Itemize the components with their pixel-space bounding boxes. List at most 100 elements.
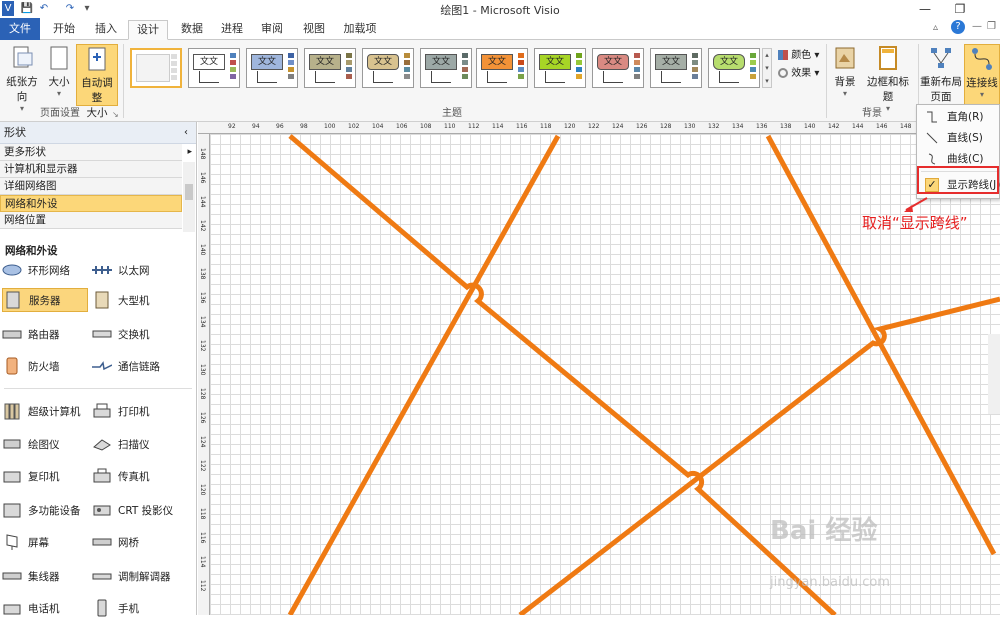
- window-restore-doc-icon[interactable]: ❐: [987, 21, 996, 32]
- stencil-more-shapes[interactable]: 更多形状 ▸: [0, 144, 192, 161]
- stencil-list-scrollbar[interactable]: [183, 162, 195, 232]
- borders-titles-button[interactable]: 边框和标题 ▾: [862, 44, 914, 113]
- help-icon[interactable]: ?: [951, 20, 965, 34]
- theme-gallery-scroll[interactable]: ▴ ▾ ▾: [762, 48, 772, 88]
- shape-supercomputer[interactable]: 超级计算机: [2, 399, 88, 423]
- window-minimize-doc-icon[interactable]: —: [972, 21, 982, 32]
- shape-bridge[interactable]: 网桥: [92, 530, 182, 554]
- ruler-tick-label: 122: [199, 460, 206, 472]
- ruler-tick-label: 110: [444, 123, 456, 130]
- theme-olive[interactable]: 文文: [304, 48, 356, 88]
- tab-design[interactable]: 设计: [128, 20, 168, 40]
- ruler-tick-label: 124: [612, 123, 624, 130]
- auto-size-button[interactable]: 自动调整 大小: [76, 44, 118, 119]
- shape-switch[interactable]: 交换机: [92, 322, 182, 346]
- shape-modem[interactable]: 调制解调器: [92, 564, 182, 588]
- theme-office[interactable]: 文文: [188, 48, 240, 88]
- tab-home[interactable]: 开始: [46, 20, 82, 40]
- minimize-icon[interactable]: —: [910, 0, 940, 18]
- shape-router[interactable]: 路由器: [2, 322, 88, 346]
- ruler-tick-label: 122: [588, 123, 600, 130]
- drawing-canvas[interactable]: [210, 134, 1000, 615]
- ruler-tick-label: 132: [199, 340, 206, 352]
- shape-plotter[interactable]: 绘图仪: [2, 432, 88, 456]
- tab-view[interactable]: 视图: [296, 20, 332, 40]
- title-bar: V 💾 ↶ ↷ ▾ 绘图1 - Microsoft Visio — ❐: [0, 0, 1000, 18]
- shape-multifunction[interactable]: 多功能设备: [2, 498, 88, 522]
- ruler-tick-label: 128: [660, 123, 672, 130]
- shape-ethernet[interactable]: 以太网: [92, 258, 182, 282]
- ruler-tick-label: 118: [199, 508, 206, 520]
- chevron-right-icon: ▸: [187, 147, 192, 157]
- theme-none[interactable]: [130, 48, 182, 88]
- ruler-tick-label: 114: [492, 123, 504, 130]
- background-button[interactable]: 背景 ▾: [830, 44, 860, 98]
- telephone-icon: [2, 599, 22, 617]
- theme-tan[interactable]: 文文: [362, 48, 414, 88]
- collapse-ribbon-icon[interactable]: ▵: [933, 22, 938, 33]
- shape-hub[interactable]: 集线器: [2, 564, 88, 588]
- ruler-tick-label: 146: [876, 123, 888, 130]
- menu-item-straight[interactable]: 直线(S): [917, 128, 1000, 148]
- shape-mainframe[interactable]: 大型机: [92, 288, 182, 312]
- watermark-url: jingyan.baidu.com: [770, 575, 890, 590]
- theme-rose[interactable]: 文文: [592, 48, 644, 88]
- page-setup-launcher-icon[interactable]: ↘: [112, 110, 119, 119]
- tab-addins[interactable]: 加载项: [338, 20, 382, 40]
- tab-insert[interactable]: 插入: [88, 20, 124, 40]
- shape-copier[interactable]: 复印机: [2, 464, 88, 488]
- tab-review[interactable]: 审阅: [254, 20, 290, 40]
- tab-file[interactable]: 文件: [0, 18, 40, 40]
- shape-firewall[interactable]: 防火墙: [2, 354, 88, 378]
- ruler-tick-label: 92: [228, 123, 236, 130]
- bridge-icon: [92, 533, 112, 551]
- ruler-tick-label: 104: [372, 123, 384, 130]
- shape-crt-projector[interactable]: CRT 投影仪: [92, 498, 184, 522]
- shape-scanner[interactable]: 扫描仪: [92, 432, 182, 456]
- stencil-network-peripherals[interactable]: 网络和外设: [0, 195, 182, 212]
- shape-screen[interactable]: 屏幕: [2, 530, 88, 554]
- tab-process[interactable]: 进程: [214, 20, 250, 40]
- background-group-label: 背景: [862, 108, 882, 119]
- ruler-tick-label: 124: [199, 436, 206, 448]
- theme-gray[interactable]: 文文: [420, 48, 472, 88]
- shape-printer[interactable]: 打印机: [92, 399, 182, 423]
- relayout-page-button[interactable]: 重新布局 页面: [920, 44, 962, 104]
- theme-lime[interactable]: 文文: [534, 48, 586, 88]
- shape-fax[interactable]: 传真机: [92, 464, 182, 488]
- theme-orange[interactable]: 文文: [476, 48, 528, 88]
- ruler-tick-label: 130: [684, 123, 696, 130]
- tab-data[interactable]: 数据: [174, 20, 210, 40]
- shape-telephone[interactable]: 电话机: [2, 596, 88, 620]
- shape-server[interactable]: 服务器: [2, 288, 88, 312]
- connector-button[interactable]: 连接线 ▾: [964, 44, 1000, 108]
- ruler-tick-label: 96: [276, 123, 284, 130]
- theme-green[interactable]: 文文: [708, 48, 760, 88]
- shape-ring-network[interactable]: 环形网络: [2, 258, 88, 282]
- size-button[interactable]: 大小 ▾: [44, 44, 74, 98]
- stencil-detailed-network[interactable]: 详细网络图: [0, 178, 182, 195]
- window-title: 绘图1 - Microsoft Visio: [440, 4, 560, 17]
- menu-item-right-angle[interactable]: 直角(R): [917, 107, 1000, 127]
- ruler-tick-label: 138: [780, 123, 792, 130]
- section-title: 网络和外设: [5, 245, 58, 257]
- ruler-tick-label: 144: [852, 123, 864, 130]
- collapse-panel-icon[interactable]: ‹: [184, 122, 188, 144]
- shape-comm-link[interactable]: 通信链路: [92, 354, 182, 378]
- canvas-vertical-scrollbar[interactable]: [988, 334, 1000, 414]
- right-angle-icon: [925, 110, 939, 124]
- theme-blue[interactable]: 文文: [246, 48, 298, 88]
- stencil-network-locations[interactable]: 网络位置: [0, 212, 182, 229]
- effects-button[interactable]: 效果 ▾: [778, 64, 819, 79]
- shape-cell-phone[interactable]: 手机: [92, 596, 182, 620]
- ruler-tick-label: 126: [636, 123, 648, 130]
- orientation-button[interactable]: 纸张方向 ▾: [2, 44, 42, 113]
- borders-titles-icon: [875, 44, 901, 72]
- ruler-tick-label: 108: [420, 123, 432, 130]
- projector-icon: [92, 501, 112, 519]
- restore-icon[interactable]: ❐: [945, 0, 975, 18]
- theme-slate[interactable]: 文文: [650, 48, 702, 88]
- colors-button[interactable]: 颜色 ▾: [778, 46, 819, 61]
- stencil-computers-monitors[interactable]: 计算机和显示器: [0, 161, 182, 178]
- ruler-tick-label: 126: [199, 412, 206, 424]
